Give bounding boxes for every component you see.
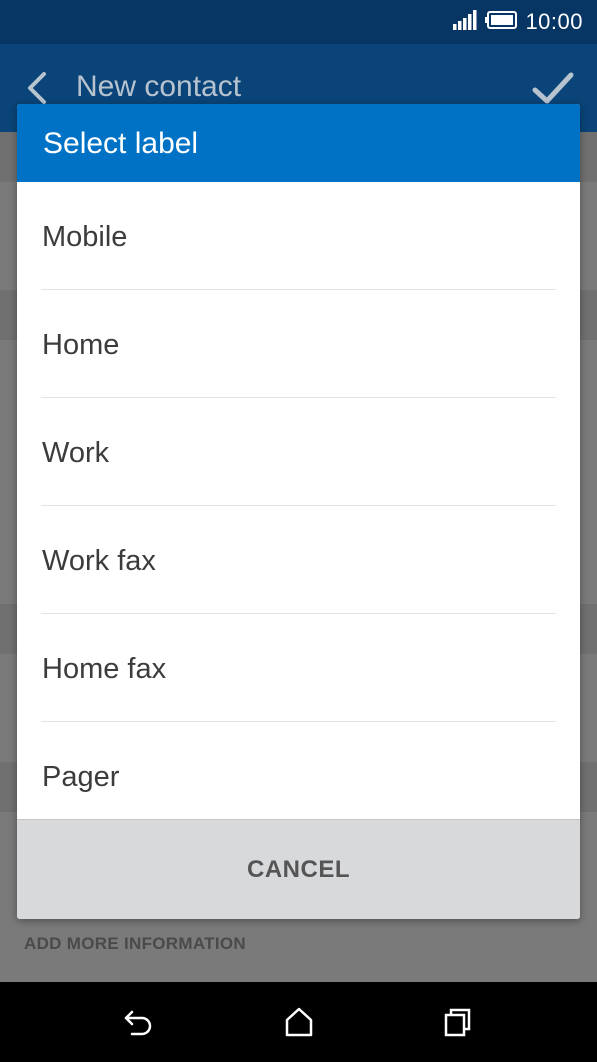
battery-icon	[485, 10, 518, 34]
recents-icon[interactable]	[440, 1004, 476, 1040]
dialog-footer: CANCEL	[17, 819, 580, 919]
back-icon[interactable]	[20, 68, 56, 108]
status-bar: 10:00	[0, 0, 597, 44]
status-icons: 10:00	[453, 8, 583, 36]
check-icon[interactable]	[531, 68, 575, 108]
option-pager[interactable]: Pager	[41, 722, 556, 820]
option-work-fax[interactable]: Work fax	[41, 506, 556, 614]
option-mobile[interactable]: Mobile	[41, 182, 556, 290]
signal-icon	[453, 9, 477, 35]
option-work[interactable]: Work	[41, 398, 556, 506]
back-nav-icon[interactable]	[120, 1004, 156, 1040]
select-label-dialog: Select label Mobile Home Work Work fax H…	[17, 104, 580, 919]
page-title: New contact	[76, 70, 242, 103]
status-time: 10:00	[525, 9, 583, 34]
cancel-button[interactable]: CANCEL	[217, 846, 380, 894]
dialog-title: Select label	[17, 104, 580, 182]
navigation-bar	[0, 982, 597, 1062]
label-options-list[interactable]: Mobile Home Work Work fax Home fax Pager	[17, 182, 580, 820]
option-home[interactable]: Home	[41, 290, 556, 398]
add-more-information-link[interactable]: ADD MORE INFORMATION	[24, 934, 246, 954]
option-home-fax[interactable]: Home fax	[41, 614, 556, 722]
home-icon[interactable]	[281, 1004, 317, 1040]
